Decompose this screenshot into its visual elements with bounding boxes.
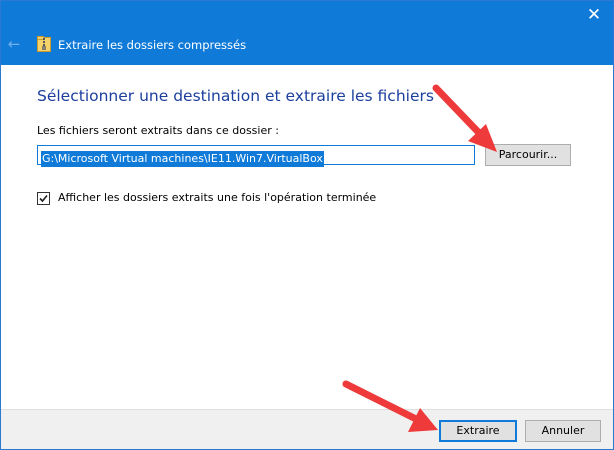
- destination-path-input[interactable]: G:\Microsoft Virtual machines\IE11.Win7.…: [37, 145, 475, 167]
- destination-path-value: G:\Microsoft Virtual machines\IE11.Win7.…: [41, 151, 324, 167]
- show-folders-label: Afficher les dossiers extraits une fois …: [58, 191, 377, 204]
- cancel-button[interactable]: Annuler: [525, 420, 601, 442]
- browse-button[interactable]: Parcourir...: [485, 144, 571, 166]
- close-icon: ✕: [586, 5, 602, 25]
- title-bar: ✕ ← Extraire les dossiers compressés: [1, 1, 613, 65]
- extract-dialog-window: ✕ ← Extraire les dossiers compressés Sél…: [0, 0, 614, 450]
- back-button[interactable]: ←: [5, 34, 23, 54]
- page-heading: Sélectionner une destination et extraire…: [37, 87, 434, 105]
- destination-label: Les fichiers seront extraits dans ce dos…: [37, 124, 279, 137]
- back-arrow-icon: ←: [7, 35, 21, 53]
- footer-bar: [1, 409, 613, 449]
- zip-folder-icon: [37, 36, 51, 52]
- show-folders-checkbox[interactable]: [37, 192, 50, 205]
- checkmark-icon: [39, 194, 48, 203]
- close-button[interactable]: ✕: [579, 3, 609, 27]
- extract-button[interactable]: Extraire: [439, 420, 517, 442]
- window-title: Extraire les dossiers compressés: [58, 38, 247, 52]
